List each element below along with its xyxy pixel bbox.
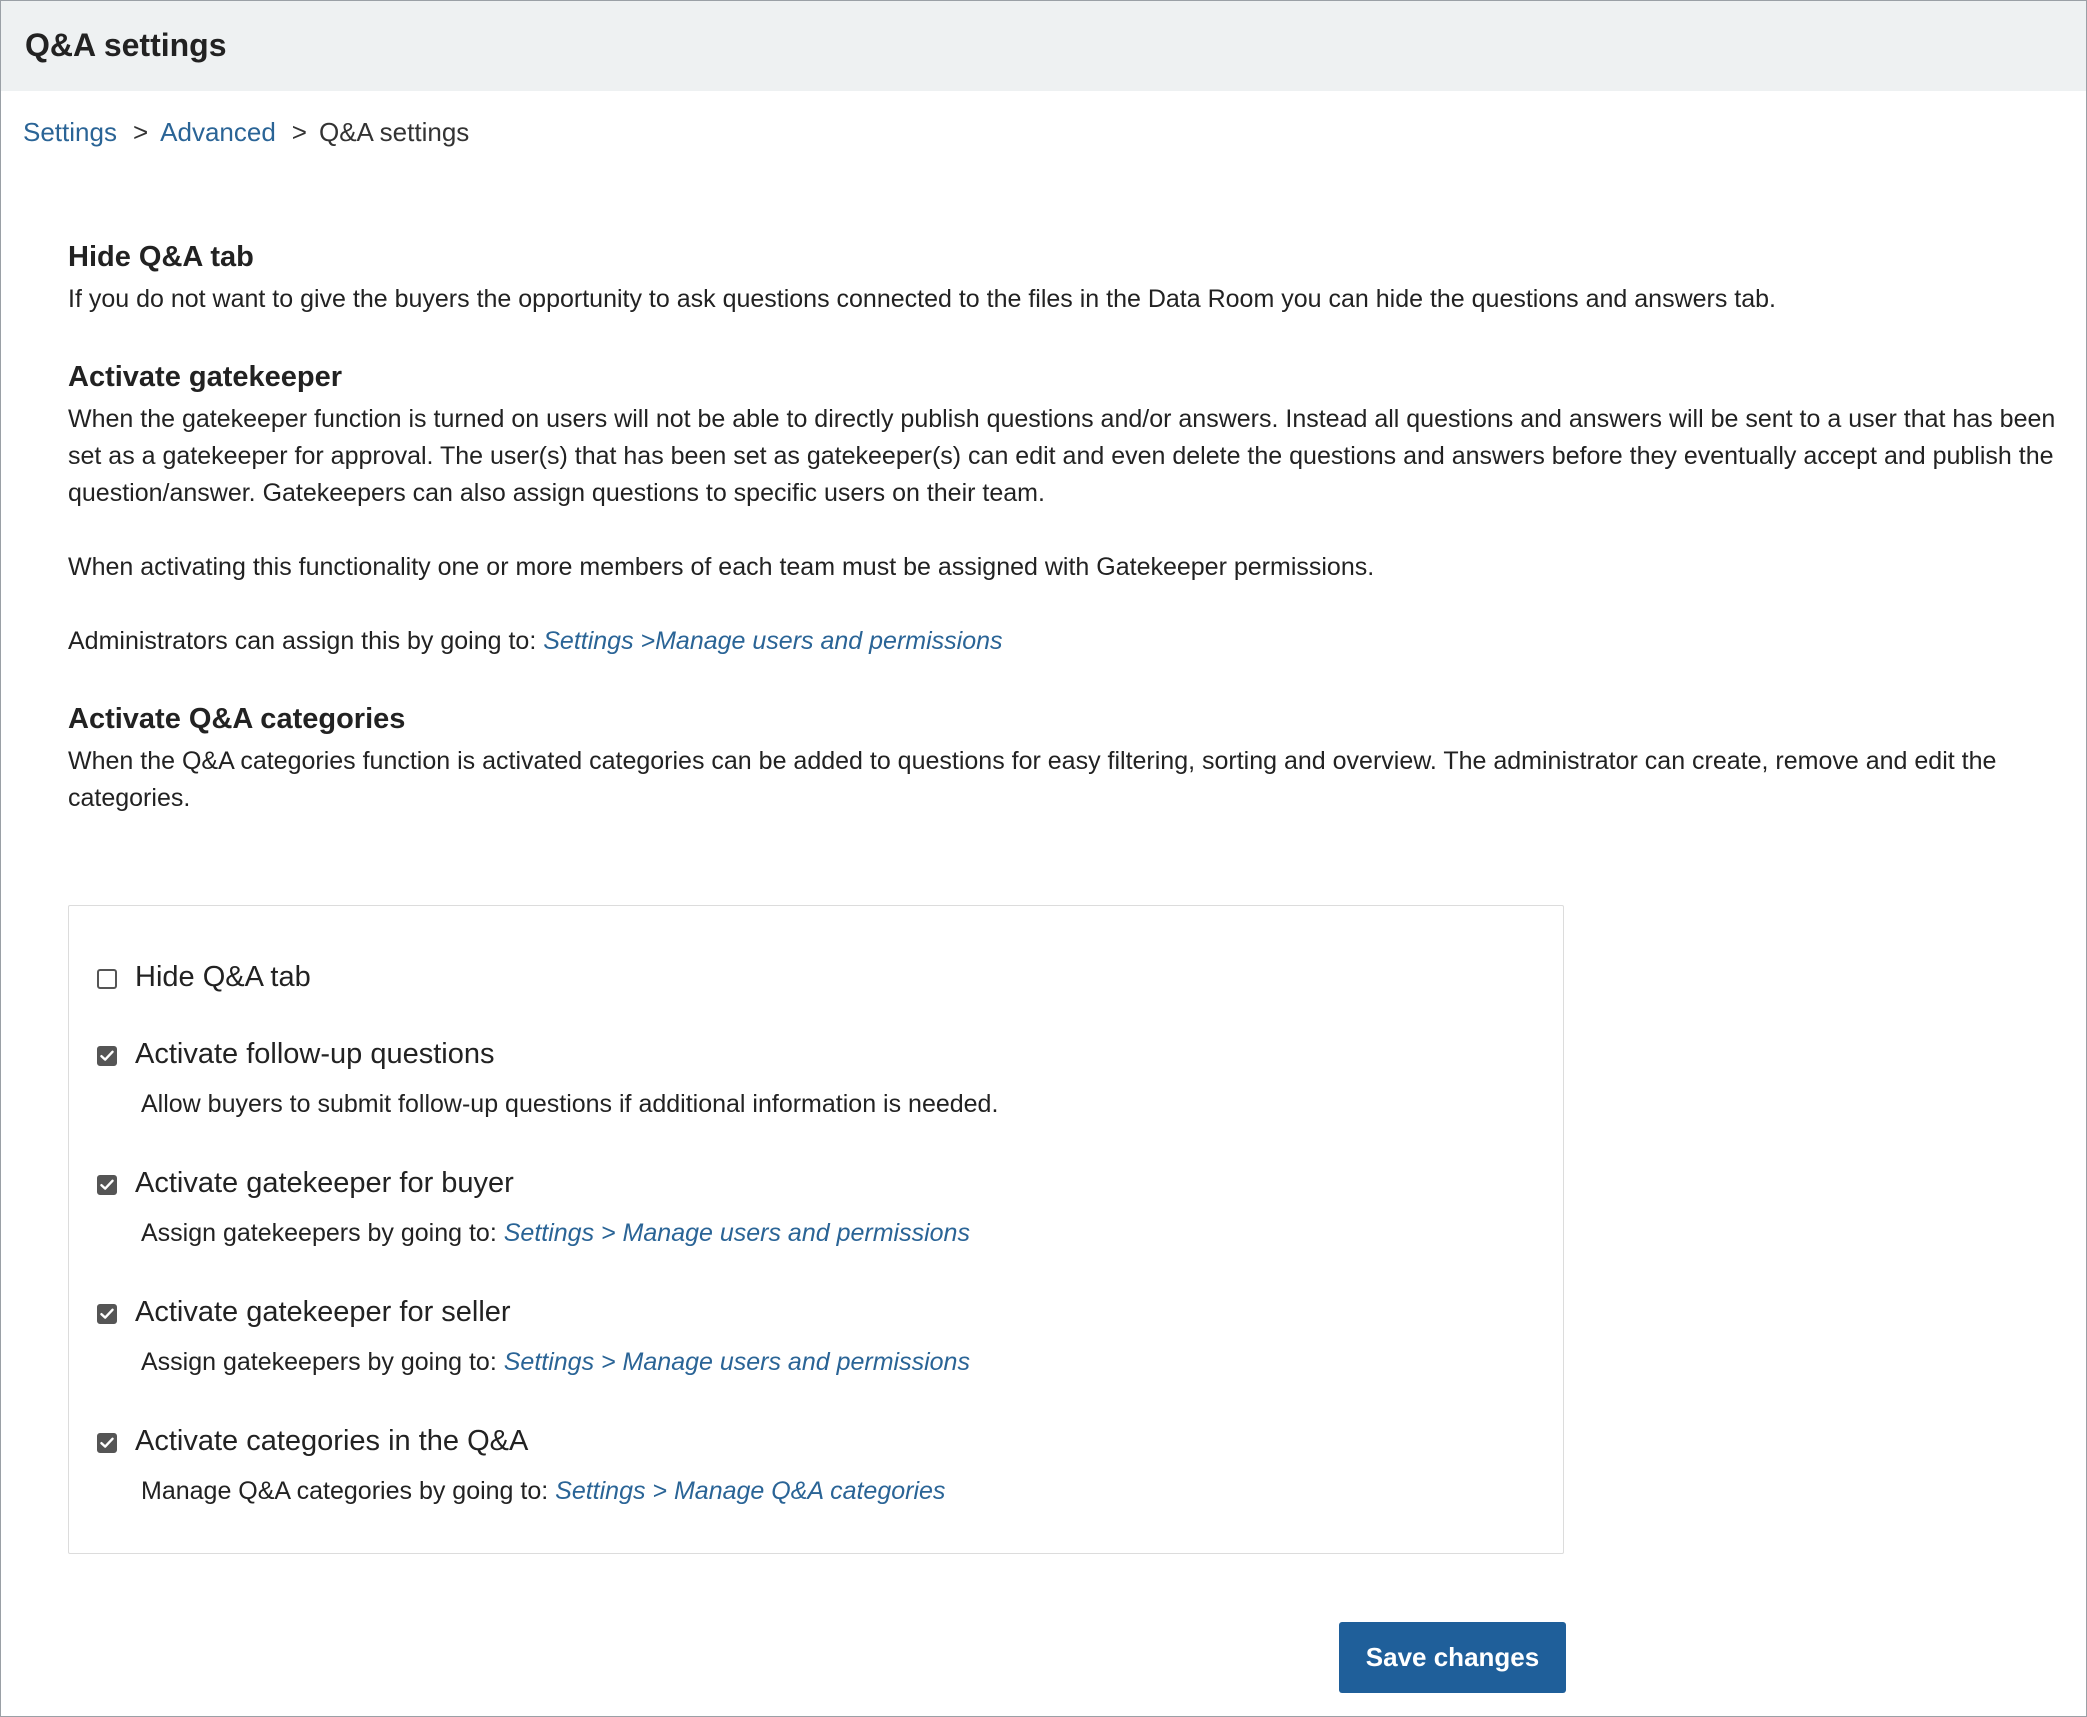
page-title: Q&A settings [25, 27, 227, 63]
checkmark-icon [100, 1050, 114, 1061]
categories-label[interactable]: Activate categories in the Q&A [135, 1425, 528, 1458]
hide-qa-tab-label[interactable]: Hide Q&A tab [135, 961, 311, 994]
breadcrumb-separator: > [132, 117, 149, 147]
settings-window: Q&A settings Settings > Advanced > Q&A setti… [0, 0, 2087, 1717]
gatekeeper-buyer-settings-link[interactable]: Settings > Manage users and permissions [504, 1219, 970, 1247]
checkmark-icon [100, 1179, 114, 1190]
gatekeeper-admin-note: Administrators can assign this by going … [68, 623, 2066, 660]
gatekeeper-requirement: When activating this functionality one o… [68, 553, 1375, 581]
breadcrumb-advanced-link[interactable]: Advanced [160, 117, 276, 147]
categories-description: When the Q&A categories function is acti… [68, 747, 1997, 812]
option-hide-qa-tab: Hide Q&A tab [97, 957, 311, 997]
option-gatekeeper-buyer: Activate gatekeeper for buyer Assign gat… [97, 1163, 970, 1250]
gatekeeper-section: Activate gatekeeper When the gatekeeper … [68, 353, 2066, 660]
gatekeeper-buyer-checkbox[interactable] [97, 1175, 117, 1195]
gatekeeper-heading: Activate gatekeeper [68, 361, 343, 393]
hide-tab-description: If you do not want to give the buyers th… [68, 285, 1777, 313]
gatekeeper-buyer-description-prefix: Assign gatekeepers by going to: [141, 1219, 504, 1247]
option-categories: Activate categories in the Q&A Manage Q&… [97, 1421, 945, 1508]
gatekeeper-seller-description-prefix: Assign gatekeepers by going to: [141, 1348, 504, 1376]
gatekeeper-seller-settings-link[interactable]: Settings > Manage users and permissions [504, 1348, 970, 1376]
breadcrumb-settings-link[interactable]: Settings [23, 117, 117, 147]
hide-qa-tab-checkbox[interactable] [97, 969, 117, 989]
gatekeeper-seller-label[interactable]: Activate gatekeeper for seller [135, 1296, 511, 1329]
gatekeeper-description: When the gatekeeper function is turned o… [68, 405, 2056, 507]
categories-description: Manage Q&A categories by going to: Setti… [141, 1474, 945, 1508]
gatekeeper-buyer-label[interactable]: Activate gatekeeper for buyer [135, 1167, 514, 1200]
info-content: Hide Q&A tab If you do not want to give … [68, 233, 2066, 817]
options-panel: Hide Q&A tab Activate follow-up question… [68, 905, 1564, 1554]
checkmark-icon [100, 1308, 114, 1319]
manage-categories-link[interactable]: Settings > Manage Q&A categories [555, 1477, 945, 1505]
page-header: Q&A settings [1, 1, 2086, 91]
option-gatekeeper-seller: Activate gatekeeper for seller Assign ga… [97, 1292, 970, 1379]
follow-up-questions-description: Allow buyers to submit follow-up questio… [141, 1090, 999, 1118]
follow-up-questions-checkbox[interactable] [97, 1046, 117, 1066]
follow-up-questions-label[interactable]: Activate follow-up questions [135, 1038, 494, 1071]
categories-checkbox[interactable] [97, 1433, 117, 1453]
categories-description-prefix: Manage Q&A categories by going to: [141, 1477, 556, 1505]
gatekeeper-buyer-description: Assign gatekeepers by going to: Settings… [141, 1216, 970, 1250]
categories-heading: Activate Q&A categories [68, 703, 406, 735]
manage-users-permissions-link[interactable]: Settings >Manage users and permissions [543, 627, 1002, 655]
save-changes-button[interactable]: Save changes [1339, 1622, 1566, 1693]
categories-section: Activate Q&A categories When the Q&A cat… [68, 695, 2066, 817]
gatekeeper-seller-description: Assign gatekeepers by going to: Settings… [141, 1345, 970, 1379]
option-follow-up-questions: Activate follow-up questions Allow buyer… [97, 1034, 998, 1121]
breadcrumb: Settings > Advanced > Q&A settings [23, 114, 469, 150]
checkmark-icon [100, 1437, 114, 1448]
breadcrumb-current: Q&A settings [318, 117, 470, 147]
breadcrumb-separator: > [291, 117, 307, 147]
hide-tab-section: Hide Q&A tab If you do not want to give … [68, 233, 2066, 318]
gatekeeper-admin-prefix: Administrators can assign this by going … [68, 627, 544, 655]
hide-tab-heading: Hide Q&A tab [68, 241, 254, 273]
gatekeeper-seller-checkbox[interactable] [97, 1304, 117, 1324]
